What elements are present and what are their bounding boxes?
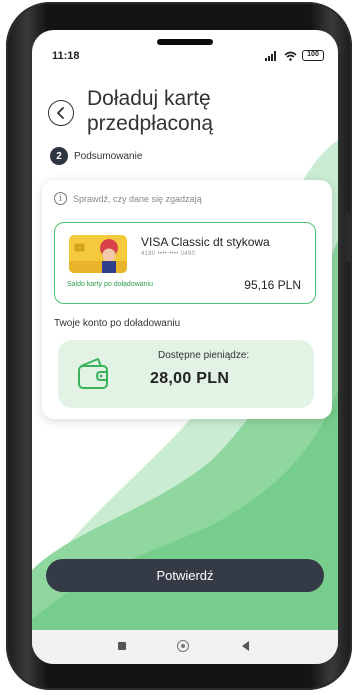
available-funds-box: Dostępne pieniądze: 28,00 PLN — [58, 340, 314, 408]
battery-icon: 100 — [302, 50, 324, 61]
card-image — [69, 235, 127, 273]
home-icon[interactable] — [177, 640, 189, 652]
android-nav-bar — [32, 630, 338, 664]
verify-hint-text: Sprawdź, czy dane się zgadzają — [73, 193, 202, 204]
signal-icon — [265, 50, 276, 61]
chevron-left-icon — [57, 107, 64, 119]
status-bar: 11:18 100 — [32, 48, 338, 68]
prepaid-card-tile: VISA Classic dt stykowa 4180 •••• •••• 0… — [54, 222, 316, 304]
account-section-label: Twoje konto po doładowaniu — [54, 318, 181, 329]
step-indicator: 2 Podsumowanie — [50, 147, 142, 165]
recent-apps-icon[interactable] — [118, 642, 126, 650]
status-icons: 100 — [265, 50, 324, 61]
card-balance-value: 95,16 PLN — [244, 278, 301, 292]
summary-card: i Sprawdź, czy dane się zgadzają VISA Cl… — [42, 180, 332, 419]
back-button[interactable] — [48, 100, 74, 126]
card-number: 4180 •••• •••• 0490 — [141, 251, 196, 257]
back-triangle-icon[interactable] — [242, 641, 249, 651]
funds-label: Dostępne pieniądze: — [158, 350, 250, 361]
step-number: 2 — [50, 147, 68, 165]
card-name: VISA Classic dt stykowa — [141, 235, 270, 249]
card-thumbnail — [69, 235, 127, 273]
page-title: Doładuj kartę przedpłaconą — [87, 87, 214, 135]
funds-value: 28,00 PLN — [150, 370, 230, 387]
info-icon: i — [54, 192, 67, 205]
volume-button — [345, 212, 350, 262]
app-screen: 11:18 100 Doładuj kartę przedpłaconą 2 P… — [32, 30, 338, 664]
wallet-icon — [78, 358, 108, 389]
card-balance-label: Saldo karty po doładowaniu — [67, 281, 154, 288]
status-time: 11:18 — [52, 50, 80, 62]
wifi-icon — [284, 51, 297, 61]
phone-frame: 11:18 100 Doładuj kartę przedpłaconą 2 P… — [6, 2, 352, 690]
confirm-button[interactable]: Potwierdź — [46, 559, 324, 592]
verify-hint: i Sprawdź, czy dane się zgadzają — [54, 192, 202, 205]
step-label: Podsumowanie — [74, 150, 143, 162]
